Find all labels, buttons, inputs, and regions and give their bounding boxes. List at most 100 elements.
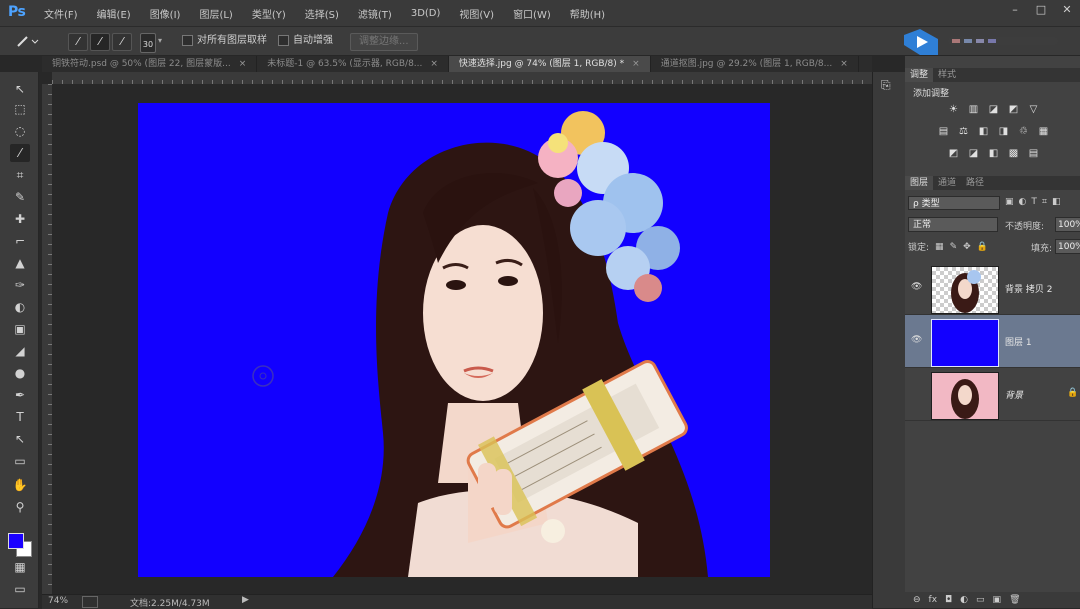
eraser-tool-icon[interactable]: ◐ — [10, 298, 30, 316]
add-to-selection-icon[interactable]: ⁄ — [90, 33, 110, 51]
tab-styles[interactable]: 样式 — [933, 68, 961, 82]
healing-brush-tool-icon[interactable]: ✚ — [10, 210, 30, 228]
new-selection-icon[interactable]: ⁄ — [68, 33, 88, 51]
crop-tool-icon[interactable]: ⌗ — [10, 166, 30, 184]
new-adjustment-layer-icon[interactable]: ◐ — [960, 595, 968, 605]
marquee-tool-icon[interactable]: ⬚ — [10, 100, 30, 118]
menu-layer[interactable]: 图层(L) — [199, 6, 232, 21]
sample-all-layers-checkbox[interactable]: 对所有图层取样 — [182, 33, 267, 49]
selective-color-icon[interactable]: ▤ — [1025, 148, 1042, 159]
curves-icon[interactable]: ◪ — [985, 104, 1002, 115]
lock-position-icon[interactable]: ✥ — [963, 242, 971, 252]
history-panel-icon[interactable]: ⎘ — [881, 78, 891, 93]
visibility-eye-icon[interactable]: 👁 — [911, 282, 922, 292]
link-layers-icon[interactable]: ⊖ — [913, 595, 921, 605]
type-filter-icon[interactable]: T — [1031, 197, 1037, 207]
menu-image[interactable]: 图像(I) — [150, 6, 181, 21]
hue-saturation-icon[interactable]: ▤ — [935, 126, 952, 137]
invert-icon[interactable]: ◩ — [945, 148, 962, 159]
close-tab-icon[interactable]: × — [840, 59, 848, 69]
vibrance-icon[interactable]: ▽ — [1025, 104, 1042, 115]
new-layer-icon[interactable]: ▣ — [993, 595, 1002, 605]
close-tab-icon[interactable]: × — [239, 59, 247, 69]
minimize-button[interactable]: – — [1002, 0, 1028, 20]
threshold-icon[interactable]: ◧ — [985, 148, 1002, 159]
zoom-tool-icon[interactable]: ⚲ — [10, 498, 30, 516]
path-selection-tool-icon[interactable]: ↖ — [10, 430, 30, 448]
tab-document[interactable]: 通道抠图.jpg @ 29.2% (图层 1, RGB/8... × — [651, 56, 859, 72]
exposure-icon[interactable]: ◩ — [1005, 104, 1022, 115]
smart-object-filter-icon[interactable]: ◧ — [1052, 197, 1061, 207]
tab-adjustments[interactable]: 调整 — [905, 68, 934, 82]
menu-type[interactable]: 类型(Y) — [252, 6, 286, 21]
levels-icon[interactable]: ▥ — [965, 104, 982, 115]
hand-tool-icon[interactable]: ✋ — [10, 476, 30, 494]
subtract-from-selection-icon[interactable]: ⁄ — [112, 33, 132, 51]
visibility-eye-icon[interactable]: 👁 — [911, 335, 922, 345]
brush-size-picker[interactable]: 30 — [140, 33, 156, 53]
gradient-map-icon[interactable]: ▩ — [1005, 148, 1022, 159]
menu-3d[interactable]: 3D(D) — [411, 8, 441, 19]
dodge-tool-icon[interactable]: ● — [10, 364, 30, 382]
rectangle-tool-icon[interactable]: ▭ — [10, 452, 30, 470]
tab-document[interactable]: 铜铁符动.psd @ 50% (图层 22, 图层蒙版... × — [42, 56, 258, 72]
refine-edge-button[interactable]: 调整边缘... — [350, 33, 418, 51]
quick-selection-tool-icon[interactable]: ⁄ — [10, 144, 30, 162]
brightness-icon[interactable]: ☀ — [945, 104, 962, 115]
tool-preset-picker[interactable] — [14, 33, 42, 49]
layer-name[interactable]: 背景 拷贝 2 — [1005, 282, 1052, 295]
auto-enhance-check[interactable] — [278, 34, 289, 46]
layer-filter-select[interactable]: ρ 类型 — [908, 196, 1000, 210]
brush-dropdown-icon[interactable]: ▾ — [158, 33, 162, 49]
foreground-color-swatch[interactable] — [8, 533, 24, 549]
lasso-tool-icon[interactable]: ◌ — [10, 122, 30, 140]
maximize-button[interactable]: □ — [1028, 0, 1054, 20]
shape-filter-icon[interactable]: ⌗ — [1042, 197, 1047, 207]
history-brush-tool-icon[interactable]: ✑ — [10, 276, 30, 294]
pen-tool-icon[interactable]: ✒ — [10, 386, 30, 404]
layer-name[interactable]: 图层 1 — [1005, 335, 1032, 348]
eyedropper-tool-icon[interactable]: ✎ — [10, 188, 30, 206]
layer-style-icon[interactable]: fx — [929, 595, 938, 605]
channel-mixer-icon[interactable]: ♲ — [1015, 126, 1032, 137]
zoom-level[interactable]: 74% — [48, 596, 68, 606]
layer-row[interactable]: 👁 背景 拷贝 2 — [905, 262, 1080, 315]
new-group-icon[interactable]: ▭ — [976, 595, 985, 605]
quick-mask-icon[interactable]: ▦ — [10, 558, 30, 576]
move-tool-icon[interactable]: ↖ — [10, 80, 30, 98]
delete-layer-icon[interactable]: 🗑 — [1009, 595, 1020, 605]
auto-enhance-checkbox[interactable]: 自动增强 — [278, 33, 333, 49]
opacity-input[interactable]: 100% — [1055, 217, 1080, 232]
photo-filter-icon[interactable]: ◨ — [995, 126, 1012, 137]
gradient-tool-icon[interactable]: ▣ — [10, 320, 30, 338]
lock-transparent-icon[interactable]: ▦ — [935, 242, 944, 252]
menu-help[interactable]: 帮助(H) — [570, 6, 605, 21]
layer-name[interactable]: 背景 — [1005, 388, 1023, 401]
black-white-icon[interactable]: ◧ — [975, 126, 992, 137]
brush-tool-icon[interactable]: ⌐ — [10, 232, 30, 250]
vertical-ruler[interactable] — [42, 84, 52, 594]
close-tab-icon[interactable]: × — [632, 59, 640, 69]
menu-select[interactable]: 选择(S) — [305, 6, 339, 21]
blur-tool-icon[interactable]: ◢ — [10, 342, 30, 360]
close-button[interactable]: ✕ — [1054, 0, 1080, 20]
blend-mode-select[interactable]: 正常 — [908, 217, 998, 232]
add-mask-icon[interactable]: ◘ — [945, 595, 952, 605]
menu-file[interactable]: 文件(F) — [44, 6, 78, 21]
adjustment-filter-icon[interactable]: ◐ — [1019, 197, 1027, 207]
lock-all-icon[interactable]: 🔒 — [977, 242, 988, 252]
menu-edit[interactable]: 编辑(E) — [97, 6, 131, 21]
color-balance-icon[interactable]: ⚖ — [955, 126, 972, 137]
screen-mode-icon[interactable]: ▭ — [10, 580, 30, 598]
fill-input[interactable]: 100% — [1055, 239, 1080, 254]
layer-row[interactable]: 背景 🔒 — [905, 368, 1080, 421]
clone-stamp-tool-icon[interactable]: ▲ — [10, 254, 30, 272]
close-tab-icon[interactable]: × — [430, 59, 438, 69]
tab-layers[interactable]: 图层 — [905, 176, 934, 190]
tab-document-active[interactable]: 快速选择.jpg @ 74% (图层 1, RGB/8) * × — [448, 56, 651, 72]
menu-window[interactable]: 窗口(W) — [513, 6, 551, 21]
tab-channels[interactable]: 通道 — [933, 176, 961, 190]
menu-filter[interactable]: 滤镜(T) — [358, 6, 392, 21]
color-lookup-icon[interactable]: ▦ — [1035, 126, 1052, 137]
menu-view[interactable]: 视图(V) — [459, 6, 494, 21]
